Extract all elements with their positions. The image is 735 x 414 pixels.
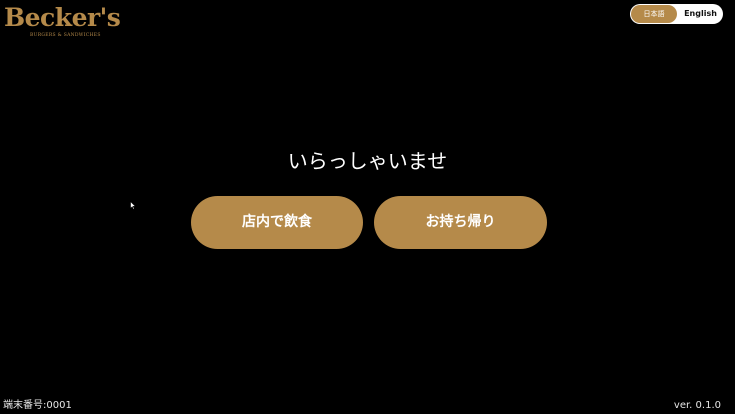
- eat-in-button[interactable]: 店内で飲食: [191, 196, 363, 249]
- beckers-logo: Becker's BURGERS & SANDWICHES: [4, 2, 124, 42]
- app-version: ver. 0.1.0: [673, 400, 721, 411]
- language-toggle[interactable]: 日本語 English: [630, 4, 723, 24]
- logo-tagline: BURGERS & SANDWICHES: [30, 33, 101, 38]
- language-option-japanese[interactable]: 日本語: [631, 5, 677, 23]
- kiosk-welcome-screen: Becker's BURGERS & SANDWICHES 日本語 Englis…: [0, 0, 735, 414]
- mouse-cursor-icon: [130, 201, 136, 210]
- takeout-button[interactable]: お持ち帰り: [374, 196, 547, 249]
- terminal-number: 端末番号:0001: [3, 400, 72, 411]
- language-option-english[interactable]: English: [678, 4, 723, 24]
- logo-wordmark: Becker's: [4, 3, 121, 32]
- welcome-message: いらっしゃいませ: [287, 149, 448, 173]
